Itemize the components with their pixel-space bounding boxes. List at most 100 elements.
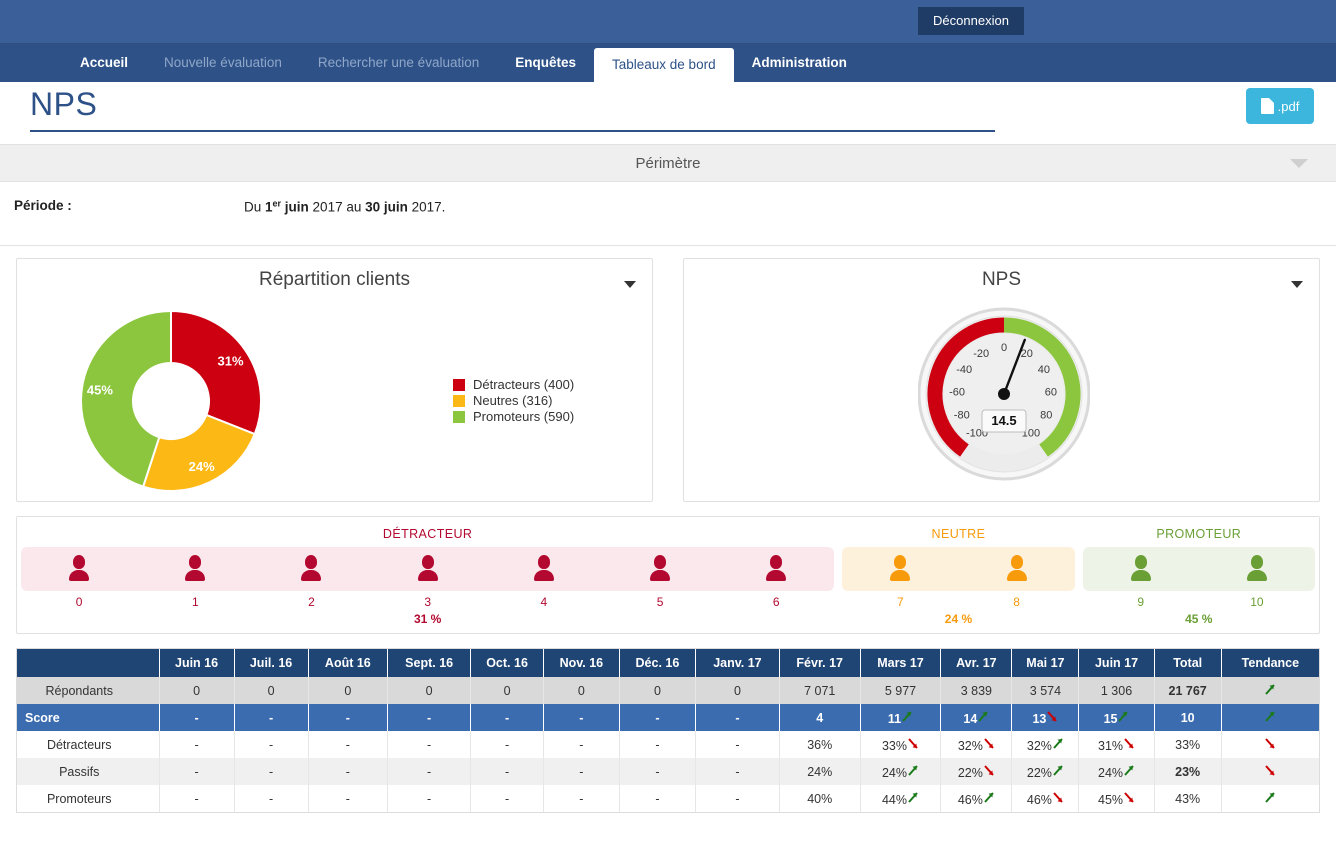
segment-score-cell[interactable] [486, 554, 602, 584]
table-cell-total: 43% [1154, 785, 1222, 812]
table-header-mai-17[interactable]: Mai 17 [1011, 649, 1080, 677]
segment-score-number: 3 [424, 595, 431, 609]
table-cell-value: 1 306 [1100, 683, 1133, 698]
table-cell: 4 [779, 704, 861, 731]
export-pdf-button[interactable]: .pdf [1246, 88, 1314, 124]
table-cell-value: - [655, 737, 660, 752]
table-header-total[interactable]: Total [1154, 649, 1222, 677]
table-header-f-vr-17[interactable]: Févr. 17 [779, 649, 861, 677]
table-cell-value: 0 [267, 683, 275, 698]
trend-up-icon [901, 709, 913, 723]
person-icon [650, 554, 671, 581]
logout-button[interactable]: Déconnexion [918, 7, 1024, 35]
table-header-tendance[interactable]: Tendance [1221, 649, 1319, 677]
table-header-sept-16[interactable]: Sept. 16 [387, 649, 472, 677]
segment-score-cell[interactable] [842, 554, 958, 584]
table-header-rowlabel[interactable] [17, 649, 160, 677]
legend-color-swatch [453, 394, 465, 407]
segment-score-numbers: 9 10 [1083, 595, 1315, 609]
table-cell: - [695, 785, 780, 812]
table-cell-value: - [268, 791, 274, 806]
table-header-d-c-16[interactable]: Déc. 16 [619, 649, 697, 677]
table-header-janv-17[interactable]: Janv. 17 [695, 649, 780, 677]
title-underline [30, 130, 995, 132]
segment-score-number: 10 [1250, 595, 1264, 609]
segment-group-promoteur: PROMOTEUR 9 10 45 % [1079, 517, 1319, 633]
table-cell-value: - [735, 710, 740, 725]
segment-score-cell[interactable] [1199, 554, 1315, 584]
table-header-avr-17[interactable]: Avr. 17 [940, 649, 1013, 677]
segment-score-number: 6 [772, 595, 780, 609]
table-header-mars-17[interactable]: Mars 17 [860, 649, 942, 677]
table-cell-value: 14 [963, 712, 978, 726]
perimetre-collapsible-header[interactable]: Périmètre [0, 144, 1336, 182]
chevron-down-icon[interactable] [1290, 159, 1308, 168]
table-cell-value: - [345, 710, 350, 725]
nav-item-nouvelle-valuation[interactable]: Nouvelle évaluation [146, 44, 300, 82]
trend-down-icon [1123, 736, 1135, 750]
table-cell: - [308, 785, 389, 812]
nps-monthly-table-wrapper: Juin 16 Juil. 16 Août 16 Sept. 16 Oct. 16 Nov… [16, 648, 1320, 813]
table-cell-value: - [345, 764, 350, 779]
legend-item[interactable]: Détracteurs (400) [453, 377, 574, 392]
table-body: Répondants 0 0 0 0 0 0 0 0 7 071 5 977 3 839 3 574 1 … [17, 677, 1319, 812]
trend-down-icon [1264, 763, 1276, 777]
trend-down-icon [983, 736, 995, 750]
trend-down-icon [983, 763, 995, 777]
nav-item-enqu-tes[interactable]: Enquêtes [497, 44, 594, 82]
table-header-juin-17[interactable]: Juin 17 [1078, 649, 1155, 677]
period-row: Période : Du 1er juin 2017 au 30 juin 20… [0, 182, 1336, 246]
table-cell-value: 46% [957, 793, 983, 807]
segment-score-cell[interactable] [718, 554, 834, 584]
table-cell: 0 [695, 677, 780, 704]
table-cell: 44% [860, 785, 942, 812]
nav-item-accueil[interactable]: Accueil [62, 44, 146, 82]
table-header-juil-16[interactable]: Juil. 16 [234, 649, 309, 677]
segment-score-cell[interactable] [370, 554, 486, 584]
table-header-nov-16[interactable]: Nov. 16 [543, 649, 620, 677]
donut-panel-caret-icon[interactable] [624, 281, 636, 288]
table-header-ao-t-16[interactable]: Août 16 [308, 649, 389, 677]
table-row-label: Promoteurs [17, 785, 160, 812]
table-cell-value: - [735, 737, 740, 752]
gauge-tick-label: 80 [1040, 410, 1052, 422]
table-cell-value: - [504, 764, 510, 779]
table-cell: 0 [470, 677, 544, 704]
trend-down-icon [1046, 709, 1058, 723]
segment-score-number: 5 [656, 595, 664, 609]
segment-score-cell[interactable] [1083, 554, 1199, 584]
table-cell-trend [1221, 785, 1319, 812]
trend-down-icon [1264, 736, 1276, 750]
segment-score-cell[interactable] [602, 554, 718, 584]
segment-score-number: 2 [308, 595, 315, 609]
segment-score-cell[interactable] [137, 554, 253, 584]
table-cell-value: 24% [807, 764, 833, 779]
table-cell-trend [1221, 704, 1319, 731]
trend-down-icon [907, 736, 919, 750]
segment-score-cell[interactable] [21, 554, 137, 584]
table-header-oct-16[interactable]: Oct. 16 [470, 649, 544, 677]
trend-up-icon [1123, 763, 1135, 777]
gauge-panel-caret-icon[interactable] [1291, 281, 1303, 288]
table-cell-total: 10 [1154, 704, 1222, 731]
nav-item-administration[interactable]: Administration [734, 44, 865, 82]
nav-item-rechercher-une-valuation[interactable]: Rechercher une évaluation [300, 44, 497, 82]
table-header-juin-16[interactable]: Juin 16 [159, 649, 235, 677]
table-cell-value: 3 839 [960, 683, 992, 698]
table-cell: - [159, 758, 235, 785]
table-cell-trend [1221, 758, 1319, 785]
segment-score-cell[interactable] [253, 554, 369, 584]
main-navigation: Accueil Nouvelle évaluation Rechercher une… [0, 44, 1336, 82]
legend-item[interactable]: Promoteurs (590) [453, 409, 574, 424]
legend-item[interactable]: Neutres (316) [453, 393, 574, 408]
person-icon [890, 554, 911, 581]
nav-item-tableaux-de-bord[interactable]: Tableaux de bord [594, 48, 734, 82]
perimetre-label: Périmètre [635, 155, 701, 172]
segment-score-cell[interactable] [958, 554, 1074, 584]
table-cell: - [234, 731, 309, 758]
table-cell: - [695, 704, 780, 731]
table-cell: 11 [860, 704, 942, 731]
donut-slice-détracteurs[interactable] [170, 309, 262, 436]
table-cell: 0 [543, 677, 620, 704]
segment-group-band [21, 547, 835, 591]
